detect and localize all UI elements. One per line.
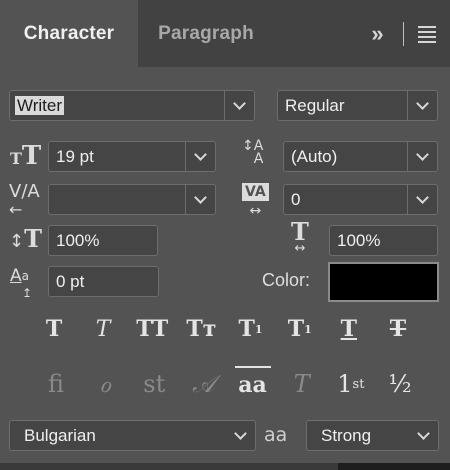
chevron-down-icon — [416, 191, 429, 204]
chevron-down-icon — [233, 427, 247, 440]
language-value: Bulgarian — [24, 425, 96, 445]
underline-button[interactable]: T — [331, 311, 367, 347]
hamburger-icon — [418, 25, 436, 28]
kerning-icon: V/A ← — [9, 181, 40, 219]
font-family-dropdown[interactable] — [224, 91, 254, 120]
titling-alternates-button[interactable]: T — [284, 366, 320, 402]
baseline-shift-value: 0 pt — [56, 271, 85, 291]
chevron-down-icon — [416, 97, 429, 110]
antialias-select[interactable]: Strong — [306, 420, 439, 451]
font-style-dropdown[interactable] — [407, 91, 437, 120]
swash-button[interactable]: 𝒜 — [185, 366, 221, 402]
chevron-down-icon — [416, 148, 429, 161]
stylistic-alternates-button[interactable]: aa — [234, 366, 271, 402]
font-size-field[interactable]: 19 pt — [48, 141, 216, 172]
opentype-buttons: fi ℴ st 𝒜 aa T 1st ½ — [38, 366, 418, 402]
font-size-icon: TT — [10, 141, 42, 171]
language-dropdown[interactable] — [225, 421, 255, 450]
baseline-shift-field[interactable]: 0 pt — [48, 266, 159, 297]
old-style-button[interactable]: ℴ — [87, 366, 123, 402]
antialias-dropdown[interactable] — [408, 421, 438, 450]
strikethrough-button[interactable]: T — [380, 311, 416, 347]
all-caps-button[interactable]: TT — [134, 311, 170, 347]
panel-header: Character Paragraph » — [0, 0, 450, 67]
leading-icon: ↕A A — [242, 138, 264, 167]
type-style-buttons: T T TT Tт T1 T1 T T — [36, 311, 416, 347]
font-family-value[interactable]: Writer — [15, 95, 65, 115]
leading-dropdown[interactable] — [407, 142, 437, 171]
panel-bottom-edge — [0, 463, 450, 470]
vertical-scale-field[interactable]: 100% — [48, 225, 158, 256]
faux-italic-button[interactable]: T — [85, 311, 121, 347]
kerning-dropdown[interactable] — [185, 185, 215, 214]
color-swatch[interactable] — [328, 262, 439, 302]
collapse-panel-button[interactable]: » — [362, 20, 390, 48]
vertical-scale-value: 100% — [56, 230, 100, 250]
tab-paragraph[interactable]: Paragraph — [138, 0, 274, 67]
font-family-select[interactable]: Writer — [9, 90, 255, 121]
subscript-button[interactable]: T1 — [282, 311, 318, 347]
fractions-button[interactable]: ½ — [382, 366, 418, 402]
superscript-button[interactable]: T1 — [233, 311, 269, 347]
horizontal-scale-field[interactable]: 100% — [329, 225, 438, 256]
chevron-down-icon — [194, 148, 207, 161]
leading-field[interactable]: (Auto) — [283, 141, 438, 172]
tracking-value: 0 — [291, 189, 301, 209]
header-divider — [403, 22, 404, 46]
panel-menu-button[interactable] — [414, 20, 440, 48]
antialias-value: Strong — [321, 425, 372, 445]
tracking-dropdown[interactable] — [407, 185, 437, 214]
tracking-field[interactable]: 0 — [283, 184, 438, 215]
color-label: Color: — [262, 270, 311, 290]
discretionary-ligatures-button[interactable]: st — [136, 366, 172, 402]
font-size-dropdown[interactable] — [185, 142, 215, 171]
ligatures-button[interactable]: fi — [38, 366, 74, 402]
small-caps-button[interactable]: Tт — [183, 311, 219, 347]
font-size-value: 19 pt — [56, 146, 94, 166]
vertical-scale-icon: ↕T — [9, 224, 42, 253]
leading-value: (Auto) — [291, 146, 338, 166]
font-style-value: Regular — [285, 95, 345, 115]
ordinals-button[interactable]: 1st — [333, 366, 369, 402]
kerning-field[interactable] — [48, 184, 216, 215]
tracking-icon: VA ↔ — [242, 182, 269, 220]
chevron-down-icon — [416, 427, 430, 440]
font-style-select[interactable]: Regular — [277, 90, 438, 121]
baseline-shift-icon: Aa ↥ — [10, 266, 33, 301]
faux-bold-button[interactable]: T — [36, 311, 72, 347]
language-select[interactable]: Bulgarian — [9, 420, 256, 451]
chevron-down-icon — [194, 191, 207, 204]
horizontal-scale-icon: T ↔ — [291, 217, 309, 257]
antialias-icon: aa — [264, 424, 288, 446]
tab-character[interactable]: Character — [0, 0, 138, 67]
horizontal-scale-value: 100% — [337, 230, 381, 250]
chevron-down-icon — [233, 97, 246, 110]
